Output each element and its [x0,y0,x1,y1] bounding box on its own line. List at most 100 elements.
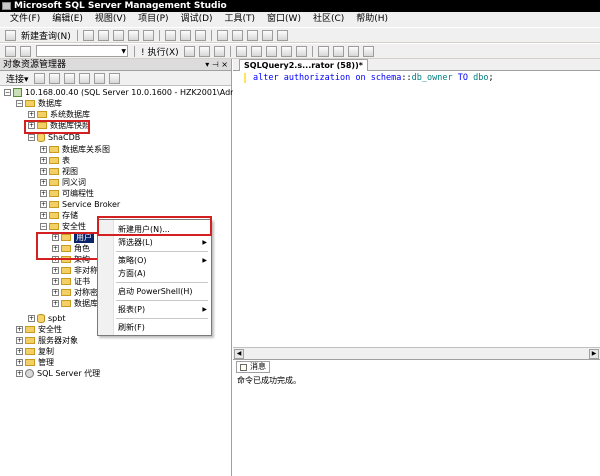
registered-servers-icon[interactable] [216,29,228,41]
tree-server-security[interactable]: + 安全性 [16,324,62,334]
menu-view[interactable]: 视图(V) [89,12,132,27]
tree-system-databases[interactable]: + 系统数据库 [28,109,90,119]
expand-icon[interactable]: + [28,110,35,118]
display-plan-icon[interactable] [235,45,247,57]
tree-server-objects[interactable]: + 服务器对象 [16,335,78,345]
expand-icon[interactable]: + [52,299,59,307]
expand-icon[interactable]: + [28,314,35,322]
expand-icon[interactable]: + [40,211,47,219]
code-area[interactable]: alter authorization on schema::db_owner … [233,71,600,341]
stop-object-icon[interactable] [63,72,75,84]
menu-file[interactable]: 文件(F) [4,12,46,27]
stop-icon[interactable] [198,45,210,57]
scroll-right-icon[interactable]: ▶ [589,349,599,359]
menu-item-powershell[interactable]: 启动 PowerShell(H) [98,285,211,298]
menu-item-facets[interactable]: 方面(A) [98,267,211,280]
decrease-indent-icon[interactable] [347,45,359,57]
tree-server-node[interactable]: − 10.168.00.40 (SQL Server 10.0.1600 - HZ… [4,87,255,97]
scroll-left-icon[interactable]: ◀ [234,349,244,359]
save-icon[interactable] [179,29,191,41]
pin-icon[interactable]: ▾ ⊣ [205,60,219,69]
menu-edit[interactable]: 编辑(E) [46,12,89,27]
expand-icon[interactable]: + [16,336,23,344]
tree-tables[interactable]: + 表 [40,155,70,165]
disconnect-object-icon[interactable] [48,72,60,84]
connect-object-icon[interactable] [33,72,45,84]
debug-icon[interactable] [183,45,195,57]
object-explorer-icon[interactable] [231,29,243,41]
menu-tools[interactable]: 工具(T) [219,12,262,27]
template-explorer-icon[interactable] [246,29,258,41]
connect-button[interactable]: 连接▾ [6,72,29,85]
tree-db-security[interactable]: − 安全性 [40,221,86,231]
results-file-icon[interactable] [295,45,307,57]
expand-icon[interactable]: + [16,347,23,355]
tree-service-broker[interactable]: + Service Broker [40,199,120,209]
tree-replication[interactable]: + 复制 [16,346,54,356]
close-icon[interactable]: × [221,60,228,69]
menu-project[interactable]: 项目(P) [132,12,174,27]
tree-databases[interactable]: − 数据库 [16,98,62,108]
collapse-icon[interactable]: − [28,133,35,141]
expand-icon[interactable]: + [16,369,23,377]
properties-icon[interactable] [261,29,273,41]
comment-icon[interactable] [317,45,329,57]
tree-views[interactable]: + 视图 [40,166,78,176]
query-designer-icon[interactable] [250,45,262,57]
open-file-icon[interactable] [164,29,176,41]
disconnect-icon[interactable] [20,45,31,57]
tree-asymmetric-keys[interactable]: + 非对称 [52,265,98,275]
results-text-icon[interactable] [265,45,277,57]
summary-icon[interactable] [108,72,120,84]
expand-icon[interactable]: + [40,189,47,197]
collapse-icon[interactable]: − [40,222,47,230]
menu-help[interactable]: 帮助(H) [350,12,394,27]
increase-indent-icon[interactable] [362,45,374,57]
filter-icon[interactable] [78,72,90,84]
horizontal-scrollbar[interactable]: ◀ ▶ [233,347,600,359]
connect-icon[interactable] [5,45,16,57]
mdx-query-icon[interactable] [112,29,124,41]
expand-icon[interactable]: + [52,277,59,285]
tree-symmetric-keys[interactable]: + 对称密 [52,287,98,297]
tab-sqlquery2[interactable]: SQLQuery2.s...rator (58))* [239,59,368,71]
menu-item-reports[interactable]: 报表(P) ▶ [98,303,211,316]
menu-window[interactable]: 窗口(W) [261,12,307,27]
refresh-icon[interactable] [93,72,105,84]
tree-certificates[interactable]: + 证书 [52,276,90,286]
database-selector[interactable]: ▼ [36,45,128,57]
tree-sql-agent[interactable]: + SQL Server 代理 [16,368,100,378]
tree-db-diagrams[interactable]: + 数据库关系图 [40,144,110,154]
expand-icon[interactable]: + [16,358,23,366]
db-query-icon[interactable] [82,29,94,41]
menu-debug[interactable]: 调试(D) [175,12,219,27]
uncomment-icon[interactable] [332,45,344,57]
menu-item-policies[interactable]: 策略(O) ▶ [98,254,211,267]
expand-icon[interactable]: + [40,178,47,186]
expand-icon[interactable]: + [52,266,59,274]
expand-icon[interactable]: + [16,325,23,333]
menu-item-refresh[interactable]: 刷新(F) [98,321,211,334]
collapse-icon[interactable]: − [4,88,11,96]
expand-icon[interactable]: + [40,200,47,208]
xmla-query-icon[interactable] [142,29,154,41]
tree-programmability[interactable]: + 可编程性 [40,188,94,198]
expand-icon[interactable]: + [52,288,59,296]
menu-community[interactable]: 社区(C) [307,12,350,27]
menu-item-filter[interactable]: 筛选器(L) ▶ [98,236,211,249]
expand-icon[interactable]: + [40,167,47,175]
tree-storage[interactable]: + 存储 [40,210,78,220]
dmx-query-icon[interactable] [127,29,139,41]
tree-management[interactable]: + 管理 [16,357,54,367]
results-grid-icon[interactable] [280,45,292,57]
expand-icon[interactable]: + [40,145,47,153]
save-all-icon[interactable] [194,29,206,41]
new-query-button[interactable]: 新建查询(N) [21,29,71,42]
expand-icon[interactable]: + [40,156,47,164]
tree-db-audit[interactable]: + 数据库 [52,298,98,308]
analysis-query-icon[interactable] [97,29,109,41]
tab-messages[interactable]: 消息 [236,361,270,373]
collapse-icon[interactable]: − [16,99,23,107]
execute-button[interactable]: ! 执行(X) [141,45,179,58]
tree-db-spbt[interactable]: + spbt [28,313,65,323]
